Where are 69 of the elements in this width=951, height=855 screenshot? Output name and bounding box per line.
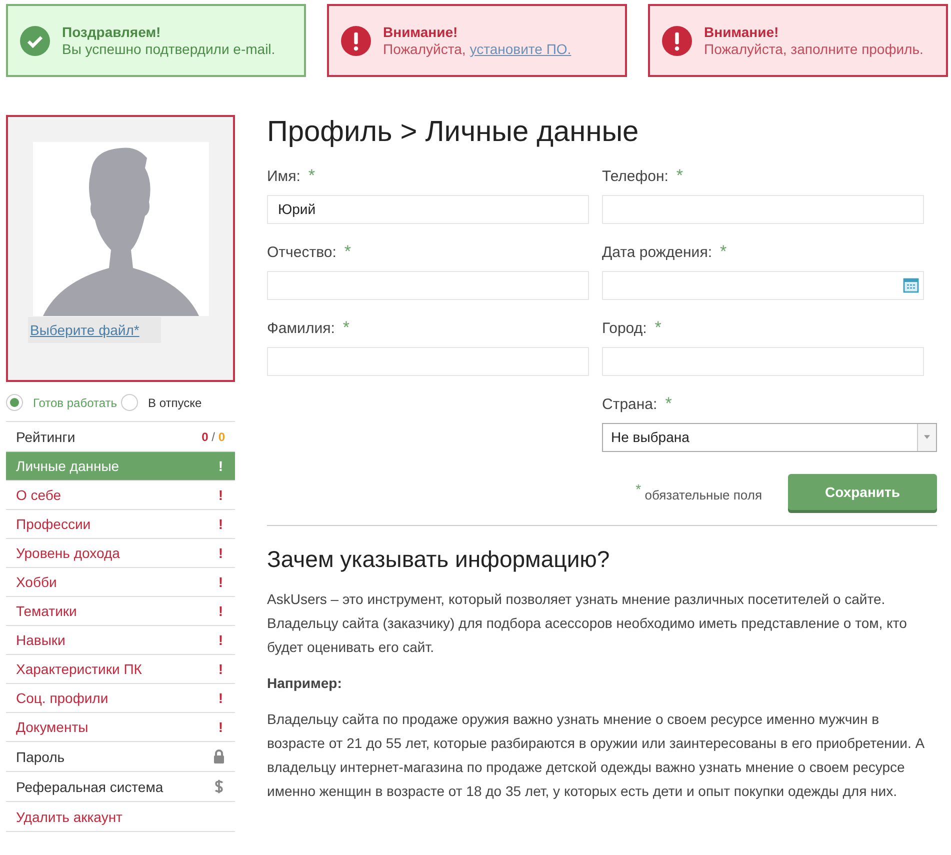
field-label: Дата рождения:: [602, 244, 712, 261]
exclamation-icon: [341, 26, 371, 56]
sidebar-item[interactable]: Личные данные !: [6, 452, 235, 481]
section-title: Зачем указывать информацию?: [267, 546, 611, 573]
field-label: Фамилия:: [267, 320, 335, 337]
country-select[interactable]: Не выбрана: [602, 422, 937, 452]
sidebar-item[interactable]: Уровень дохода !: [6, 539, 235, 568]
input-field[interactable]: Юрий: [267, 194, 589, 224]
warning-mark: !: [218, 661, 224, 677]
required-mark: *: [344, 242, 351, 262]
paragraph: AskUsers – это инструмент, который позволяет узнать мнение различных посетителей о сайте. Владельцу сайта (заказчику) для подбора асессоров необходимо иметь представление о том, кто будет оценивать его сайт.: [267, 590, 908, 657]
field-label: Город:: [602, 320, 647, 337]
sidebar-item[interactable]: Хобби !: [6, 568, 235, 597]
required-mark: *: [654, 318, 662, 338]
warning-mark: !: [218, 690, 224, 706]
check-icon: [20, 26, 50, 56]
save-button[interactable]: Сохранить: [788, 474, 937, 510]
required-mark: *: [676, 166, 684, 186]
sidebar-item[interactable]: Документы !: [6, 713, 235, 742]
choose-file-link[interactable]: Выберите файл*: [28, 317, 162, 343]
rating-score: 0 / 0: [202, 430, 225, 444]
paragraph: Владельцу сайта по продаже оружия важно узнать мнение о своем ресурсе именно мужчин в возрасте от 21 до 55 лет, которые разбираются в оружии или заинтересованы в его приобретении. А владельцу интернет-магазина по продаже детской одежды важно узнать мнение о своем ресурсе именно женщин в возрасте от 18 до 35 лет, у которых есть дети и опыт покупки одежды для них.: [267, 710, 926, 801]
lock-icon: [213, 749, 225, 764]
sidebar-item[interactable]: Реферальная система: [6, 772, 235, 802]
input-field[interactable]: [602, 346, 924, 376]
sidebar-item[interactable]: Характеристики ПК !: [6, 655, 235, 684]
date-field[interactable]: [602, 270, 924, 300]
required-mark: *: [665, 394, 672, 414]
field-label: Имя:: [267, 168, 300, 185]
warning-mark: !: [218, 458, 224, 474]
warning-mark: !: [218, 719, 224, 735]
page-title: Профиль > Личные данные: [267, 115, 640, 150]
sidebar-item[interactable]: Соц. профили !: [6, 684, 235, 713]
radio-label: Готов работать: [33, 396, 117, 410]
field-label: Отчество:: [267, 244, 336, 261]
field-label: Страна:: [602, 396, 658, 413]
sidebar-item[interactable]: О себе !: [6, 481, 235, 510]
alert-title: Внимание!: [383, 24, 459, 40]
warning-mark: !: [218, 545, 224, 561]
required-mark: *: [720, 242, 727, 262]
paragraph: Например:: [267, 674, 343, 693]
alert-title: Внимание!: [704, 24, 780, 40]
warning-mark: !: [218, 487, 224, 503]
input-field[interactable]: [602, 194, 924, 224]
alert-message: Пожалуйста, заполните профиль.: [704, 41, 924, 57]
radio-label: В отпуске: [148, 396, 202, 410]
sidebar-item[interactable]: Пароль: [6, 742, 235, 772]
alert-title: Поздравляем!: [62, 24, 162, 40]
exclamation-icon: [662, 26, 692, 56]
radio-button[interactable]: [6, 394, 23, 411]
alert-message: Пожалуйста, установите ПО.: [383, 41, 572, 57]
alert-message: Вы успешно подтвердили e-mail.: [62, 41, 276, 57]
calendar-icon: [903, 277, 919, 294]
input-field[interactable]: [267, 270, 589, 300]
required-mark: *: [308, 166, 316, 186]
sidebar-item[interactable]: Тематики !: [6, 597, 235, 626]
field-label: Телефон:: [602, 168, 668, 185]
dollar-icon: [213, 779, 225, 794]
sidebar-item[interactable]: Удалить аккаунт: [6, 802, 235, 832]
input-field[interactable]: [267, 346, 589, 376]
sidebar-item[interactable]: Профессии !: [6, 510, 235, 539]
warning-mark: !: [218, 574, 224, 590]
radio-button[interactable]: [121, 394, 138, 411]
warning-mark: !: [218, 632, 224, 648]
caret-icon: [924, 435, 930, 440]
required-mark: *: [342, 318, 350, 338]
warning-mark: !: [218, 603, 224, 619]
sidebar-item[interactable]: Навыки !: [6, 626, 235, 655]
warning-mark: !: [218, 516, 224, 532]
